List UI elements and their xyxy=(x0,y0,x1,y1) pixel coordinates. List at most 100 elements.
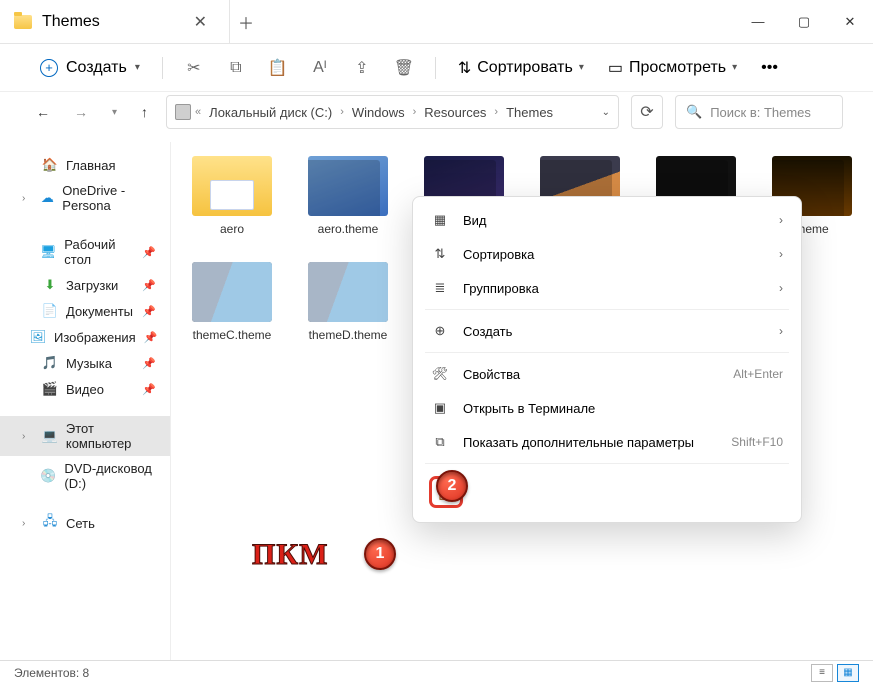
search-input[interactable]: 🔍 Поиск в: Themes xyxy=(675,95,843,129)
status-bar: Элементов: 8 ≡ ▦ xyxy=(0,660,873,684)
sort-icon: ⇅ xyxy=(431,246,449,262)
chevron-right-icon: › xyxy=(779,324,783,338)
pin-icon: 📌 xyxy=(142,246,156,259)
crumb-0[interactable]: Локальный диск (C:) xyxy=(205,105,336,120)
sort-button[interactable]: ⇅ Сортировать ▾ xyxy=(448,54,594,82)
sidebar-documents[interactable]: 📄Документы📌 xyxy=(0,298,170,324)
sort-icon: ⇅ xyxy=(458,58,471,78)
desktop-icon: 🖥 xyxy=(40,244,56,260)
view-label: Просмотреть xyxy=(629,59,726,77)
cloud-icon: ☁ xyxy=(40,190,54,206)
ctx-new[interactable]: ⊕Создать› xyxy=(419,314,795,348)
view-button[interactable]: ▭ Просмотреть ▾ xyxy=(598,54,747,82)
properties-icon: 🛠 xyxy=(431,366,449,382)
crumb-2[interactable]: Resources xyxy=(420,105,490,120)
details-view-button[interactable]: ≡ xyxy=(811,664,833,682)
ctx-group[interactable]: ≣Группировка› xyxy=(419,271,795,305)
cut-button[interactable]: ✂ xyxy=(175,58,213,78)
sidebar-network[interactable]: ›🖧Сеть xyxy=(0,510,170,536)
annotation-callout-2: 2 xyxy=(436,470,468,502)
tab-close-button[interactable]: ✕ xyxy=(186,8,215,36)
search-placeholder: Поиск в: Themes xyxy=(710,105,811,120)
chevron-down-icon: ▾ xyxy=(579,62,584,73)
path-history-button[interactable]: ⌄ xyxy=(602,107,610,118)
more-button[interactable]: ••• xyxy=(751,55,788,81)
sidebar-pictures[interactable]: 🖼Изображения📌 xyxy=(0,324,170,350)
sidebar-this-pc[interactable]: ›💻Этот компьютер xyxy=(0,416,170,456)
sidebar-dvd[interactable]: 💿DVD-дисковод (D:) xyxy=(0,456,170,496)
ctx-terminal[interactable]: ▣Открыть в Терминале xyxy=(419,391,795,425)
pictures-icon: 🖼 xyxy=(30,329,46,345)
sort-label: Сортировать xyxy=(477,59,573,77)
group-icon: ≣ xyxy=(431,280,449,296)
music-icon: 🎵 xyxy=(42,355,58,371)
pin-icon: 📌 xyxy=(142,305,156,318)
sidebar-onedrive[interactable]: ›☁OneDrive - Persona xyxy=(0,178,170,218)
ctx-sort[interactable]: ⇅Сортировка› xyxy=(419,237,795,271)
address-row: ← → ▾ ↑ « Локальный диск (C:)› Windows› … xyxy=(0,92,873,142)
pin-icon: 📌 xyxy=(144,331,158,344)
crumb-3[interactable]: Themes xyxy=(502,105,557,120)
rename-button[interactable]: Aᴵ xyxy=(301,59,339,77)
sidebar-desktop[interactable]: 🖥Рабочий стол📌 xyxy=(0,232,170,272)
plus-icon: ⊕ xyxy=(431,323,449,339)
documents-icon: 📄 xyxy=(42,303,58,319)
crumb-1[interactable]: Windows xyxy=(348,105,409,120)
tab-title: Themes xyxy=(42,13,100,31)
pin-icon: 📌 xyxy=(142,357,156,370)
window-minimize-button[interactable]: — xyxy=(735,6,781,37)
annotation-pkm-label: ПКМ xyxy=(252,538,328,572)
file-tile[interactable]: aero xyxy=(177,156,287,236)
forward-button[interactable]: → xyxy=(68,98,94,126)
new-tab-button[interactable]: ＋ xyxy=(230,6,262,38)
new-label: Создать xyxy=(66,59,127,77)
ctx-more-options[interactable]: ⧉Показать дополнительные параметрыShift+… xyxy=(419,425,795,459)
theme-thumb xyxy=(308,156,388,216)
window-close-button[interactable]: ✕ xyxy=(827,6,873,38)
chevron-right-icon: › xyxy=(779,247,783,261)
delete-button[interactable]: 🗑 xyxy=(385,58,423,78)
item-count: Элементов: 8 xyxy=(14,666,89,680)
up-button[interactable]: ↑ xyxy=(135,98,154,126)
plus-circle-icon: + xyxy=(40,59,58,77)
theme-thumb xyxy=(192,262,272,322)
pc-icon: 💻 xyxy=(42,428,58,444)
ctx-view[interactable]: ▦Вид› xyxy=(419,203,795,237)
folder-icon xyxy=(14,15,32,29)
sidebar-music[interactable]: 🎵Музыка📌 xyxy=(0,350,170,376)
pin-icon: 📌 xyxy=(142,279,156,292)
pin-icon: 📌 xyxy=(142,383,156,396)
video-icon: 🎬 xyxy=(42,381,58,397)
ctx-properties[interactable]: 🛠СвойстваAlt+Enter xyxy=(419,357,795,391)
refresh-button[interactable]: ⟳ xyxy=(631,95,663,129)
sidebar: 🏠Главная ›☁OneDrive - Persona 🖥Рабочий с… xyxy=(0,142,171,660)
download-icon: ⬇ xyxy=(42,277,58,293)
file-tile[interactable]: themeD.theme xyxy=(293,262,403,342)
drive-icon xyxy=(175,104,191,120)
annotation-callout-1: 1 xyxy=(364,538,396,570)
dvd-icon: 💿 xyxy=(40,468,56,484)
back-button[interactable]: ← xyxy=(30,98,56,126)
context-menu: ▦Вид› ⇅Сортировка› ≣Группировка› ⊕Создат… xyxy=(412,196,802,523)
file-tile[interactable]: themeC.theme xyxy=(177,262,287,342)
sidebar-downloads[interactable]: ⬇Загрузки📌 xyxy=(0,272,170,298)
chevron-right-icon: › xyxy=(779,281,783,295)
sidebar-home[interactable]: 🏠Главная xyxy=(0,152,170,178)
toolbar: + Создать ▾ ✂ ⧉ 📋 Aᴵ ⇪ 🗑 ⇅ Сортировать ▾… xyxy=(0,44,873,92)
file-tile[interactable]: aero.theme xyxy=(293,156,403,236)
chevron-right-icon: › xyxy=(779,213,783,227)
folder-icon xyxy=(192,156,272,216)
tab-themes[interactable]: Themes ✕ xyxy=(0,0,230,44)
recent-button[interactable]: ▾ xyxy=(106,101,123,124)
copy-button[interactable]: ⧉ xyxy=(217,59,255,77)
theme-thumb xyxy=(308,262,388,322)
window-maximize-button[interactable]: ▢ xyxy=(781,6,827,38)
new-button[interactable]: + Создать ▾ xyxy=(30,55,150,81)
breadcrumb[interactable]: « Локальный диск (C:)› Windows› Resource… xyxy=(166,95,619,129)
sidebar-videos[interactable]: 🎬Видео📌 xyxy=(0,376,170,402)
icons-view-button[interactable]: ▦ xyxy=(837,664,859,682)
paste-button[interactable]: 📋 xyxy=(259,58,297,78)
share-button[interactable]: ⇪ xyxy=(343,58,381,78)
search-icon: 🔍 xyxy=(686,104,702,120)
grid-icon: ▦ xyxy=(431,212,449,228)
